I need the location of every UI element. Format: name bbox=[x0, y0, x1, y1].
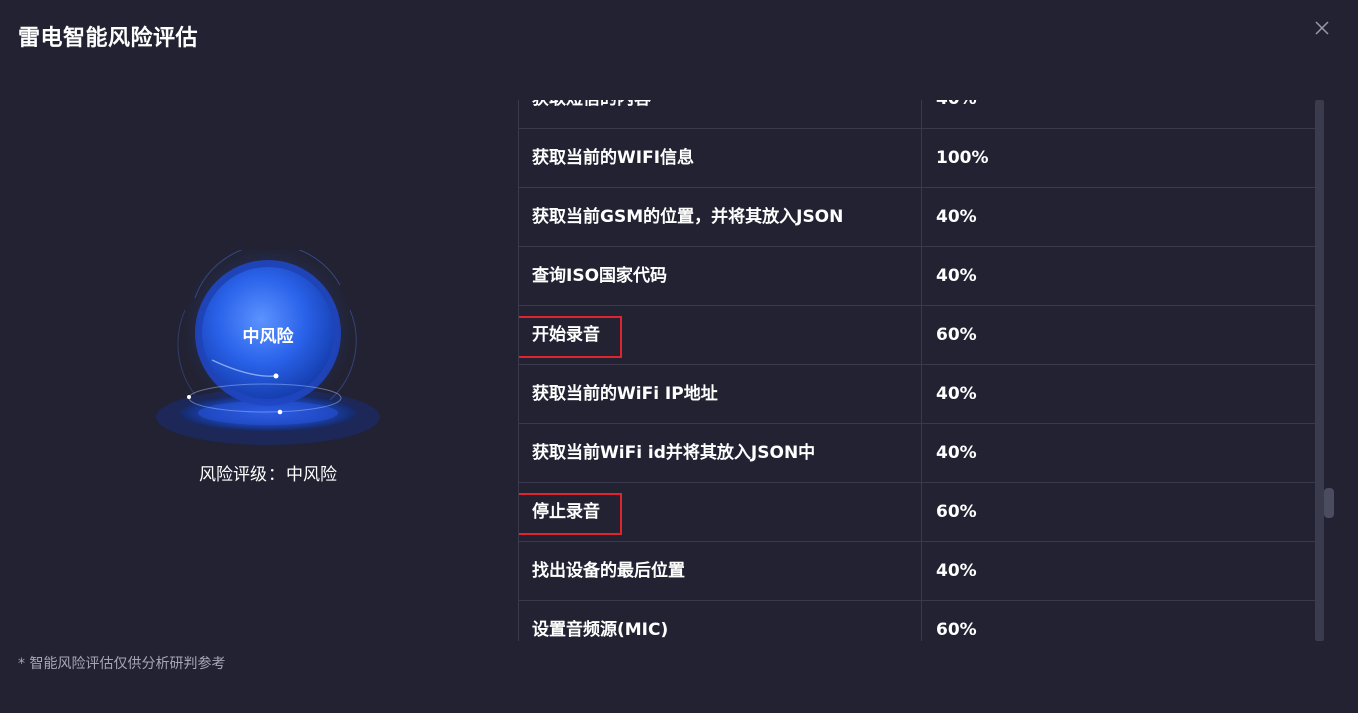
permission-risk-value: 40% bbox=[936, 207, 977, 227]
permission-risk-value: 60% bbox=[936, 620, 977, 640]
permission-name: 获取当前WiFi id并将其放入JSON中 bbox=[519, 424, 922, 482]
permission-risk-value: 40% bbox=[922, 100, 977, 109]
table-row: 获取当前的WiFi IP地址 40% bbox=[519, 365, 1315, 424]
risk-level-separator: ： bbox=[268, 465, 285, 485]
permission-risk-value: 60% bbox=[936, 325, 977, 345]
permission-table[interactable]: 获取短信的内容40%获取当前的WIFI信息100%获取当前GSM的位置，并将其放… bbox=[518, 100, 1315, 641]
close-icon bbox=[1315, 21, 1329, 35]
table-row: 获取当前的WIFI信息 100% bbox=[519, 129, 1315, 188]
permission-risk-value: 40% bbox=[936, 384, 977, 404]
table-row: 获取当前WiFi id并将其放入JSON中 40% bbox=[519, 424, 1315, 483]
risk-orb-label: 中风险 bbox=[242, 327, 294, 347]
table-row: 开始录音 60% bbox=[519, 306, 1315, 365]
table-row: 获取当前GSM的位置，并将其放入JSON 40% bbox=[519, 188, 1315, 247]
permission-risk-value: 40% bbox=[936, 266, 977, 286]
risk-level-value: 中风险 bbox=[286, 465, 337, 485]
table-row: 设置音频源(MIC) 60% bbox=[519, 601, 1315, 641]
permission-name: 获取当前的WIFI信息 bbox=[519, 129, 922, 187]
outer-scrollbar-thumb[interactable] bbox=[1324, 488, 1334, 518]
permission-risk-value: 60% bbox=[936, 502, 977, 522]
table-row: 找出设备的最后位置 40% bbox=[519, 542, 1315, 601]
permission-name: 查询ISO国家代码 bbox=[519, 247, 922, 305]
highlight-box bbox=[519, 493, 622, 535]
permission-risk-value: 40% bbox=[936, 443, 977, 463]
close-button[interactable] bbox=[1314, 20, 1334, 40]
permission-risk-value: 100% bbox=[936, 148, 989, 168]
permission-name: 停止录音 bbox=[519, 483, 922, 541]
permission-risk-value: 40% bbox=[936, 561, 977, 581]
permission-name: 获取当前GSM的位置，并将其放入JSON bbox=[519, 188, 922, 246]
permission-name: 设置音频源(MIC) bbox=[519, 601, 922, 641]
table-row: 停止录音 60% bbox=[519, 483, 1315, 542]
footnote: * 智能风险评估仅供分析研判参考 bbox=[18, 656, 226, 672]
permission-name: 开始录音 bbox=[519, 306, 922, 364]
table-row: 查询ISO国家代码 40% bbox=[519, 247, 1315, 306]
permission-name: 找出设备的最后位置 bbox=[519, 542, 922, 600]
permission-name: 获取当前的WiFi IP地址 bbox=[519, 365, 922, 423]
permission-name: 获取短信的内容 bbox=[519, 100, 922, 128]
risk-assessment-dialog: 雷电智能风险评估 中风险 风险评级：中风险 获取当前的WIFI信息 100% 获… bbox=[0, 0, 1358, 713]
table-row: 获取短信的内容40% bbox=[519, 100, 1315, 129]
risk-level-label: 风险评级 bbox=[199, 465, 267, 485]
table-scrollbar-track[interactable] bbox=[1315, 100, 1324, 641]
permission-table-body: 获取短信的内容40%获取当前的WIFI信息100%获取当前GSM的位置，并将其放… bbox=[519, 100, 1315, 641]
risk-level-text: 风险评级：中风险 bbox=[158, 460, 378, 485]
risk-orb-graphic bbox=[156, 250, 380, 445]
highlight-box bbox=[519, 316, 622, 358]
dialog-title: 雷电智能风险评估 bbox=[18, 26, 199, 51]
